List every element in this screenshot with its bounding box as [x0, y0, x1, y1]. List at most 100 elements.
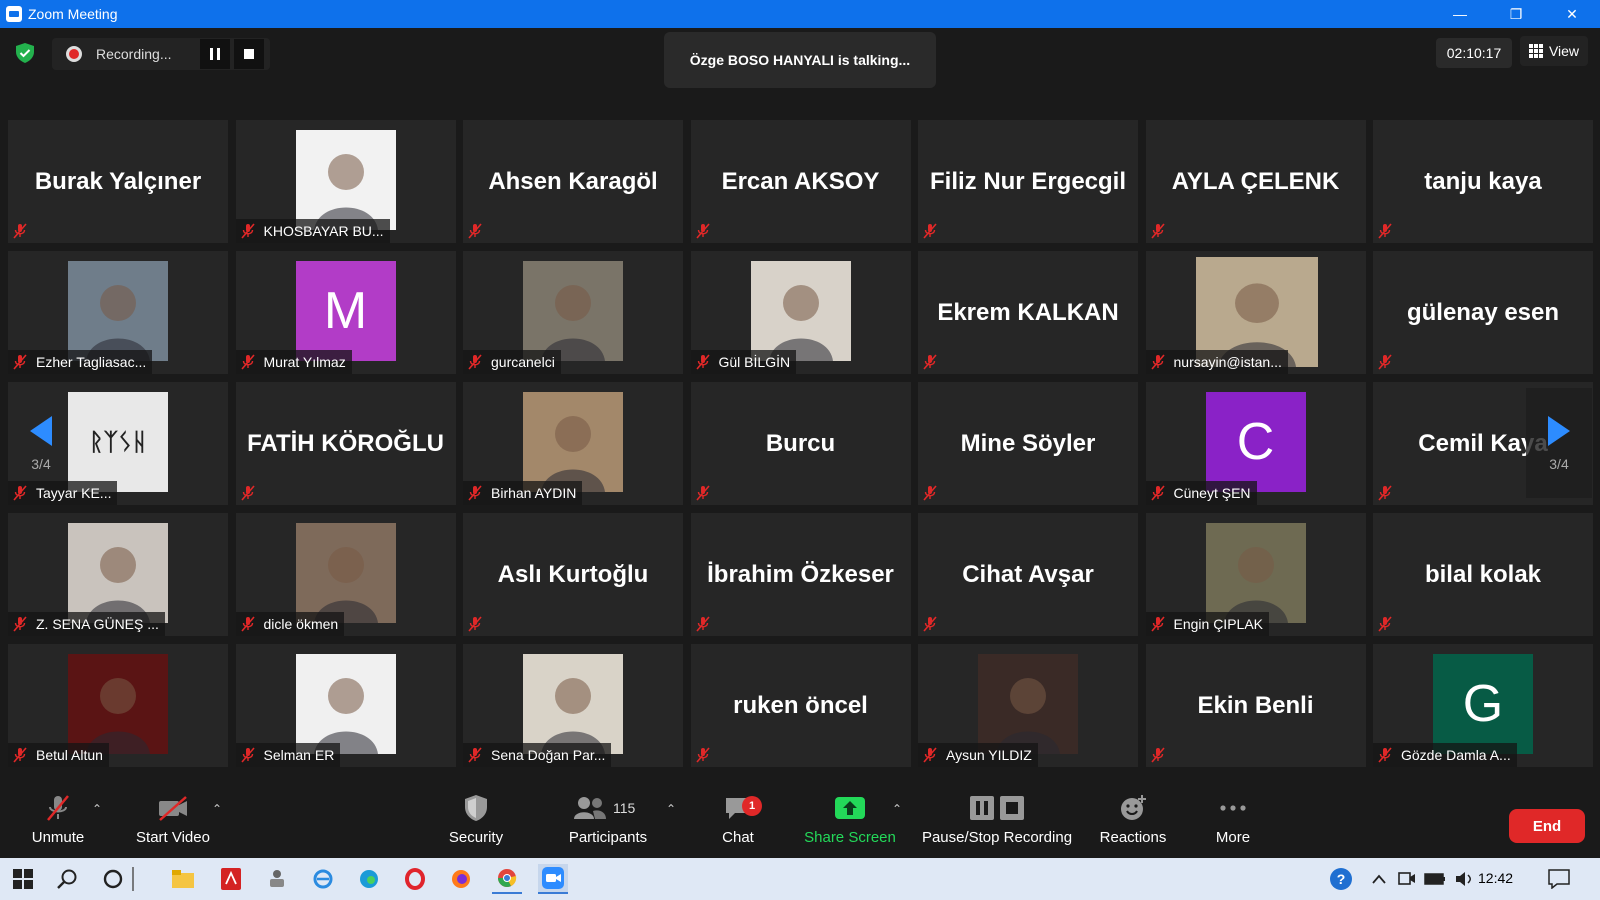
participant-tile[interactable]: bilal kolak [1373, 513, 1593, 636]
participant-tile[interactable]: Burcu [690, 382, 911, 505]
participant-tile[interactable]: Betul Altun [8, 644, 228, 767]
participant-tile[interactable]: tanju kaya [1373, 120, 1593, 243]
edge-icon[interactable] [354, 864, 384, 894]
participant-avatar: M [295, 261, 396, 361]
participant-tile[interactable]: Mine Söyler [918, 382, 1138, 505]
unmute-button[interactable]: Unmute [22, 790, 94, 858]
participant-tile[interactable]: Aslı Kurtoğlu [463, 513, 683, 636]
participant-tile[interactable]: Burak Yalçıner [8, 120, 228, 243]
taskbar-divider [128, 864, 138, 894]
video-options-caret[interactable]: ⌃ [212, 802, 222, 816]
end-meeting-button[interactable]: End [1509, 809, 1585, 843]
participants-label: Participants [568, 829, 648, 846]
minimize-button[interactable]: — [1432, 0, 1488, 28]
participant-name: nursayin@istan... [1173, 354, 1282, 370]
participant-tile[interactable]: Selman ER [235, 644, 456, 767]
participant-tile[interactable]: FATİH KÖROĞLU [235, 382, 456, 505]
participant-tile[interactable]: Gül BİLGİN [690, 251, 911, 374]
opera-icon[interactable] [400, 864, 430, 894]
chat-label: Chat [722, 829, 754, 846]
participant-video [68, 261, 168, 361]
participant-tile[interactable]: Engin ÇIPLAK [1145, 513, 1366, 636]
reactions-button[interactable]: Reactions [1098, 790, 1168, 858]
restore-button[interactable]: ❐ [1488, 0, 1544, 28]
next-page-button[interactable]: 3/4 [1526, 388, 1592, 498]
pause-recording-button[interactable] [200, 39, 230, 69]
participant-tile[interactable]: Ekin Benli [1145, 644, 1366, 767]
participant-name: Ezher Tagliasac... [36, 354, 147, 370]
participant-tile[interactable]: Birhan AYDIN [463, 382, 683, 505]
view-button[interactable]: View [1520, 36, 1588, 66]
participants-options-caret[interactable]: ⌃ [666, 802, 676, 816]
file-explorer-icon[interactable] [168, 864, 198, 894]
participant-tile[interactable]: nursayin@istan... [1145, 251, 1366, 374]
stop-recording-button[interactable] [234, 39, 264, 69]
participant-tile[interactable]: G Gözde Damla A... [1373, 644, 1593, 767]
notifications-icon[interactable] [1544, 864, 1574, 894]
view-label: View [1548, 43, 1580, 59]
grid-view-icon [1528, 44, 1543, 58]
participant-tile[interactable]: M Murat Yılmaz [235, 251, 456, 374]
meeting-timer: 02:10:17 [1436, 38, 1512, 68]
help-tray-icon[interactable]: ? [1326, 864, 1356, 894]
participant-tile[interactable]: Ahsen Karagöl [463, 120, 683, 243]
close-button[interactable]: ✕ [1544, 0, 1600, 28]
muted-mic-icon [13, 616, 27, 632]
security-button[interactable]: Security [440, 790, 512, 858]
search-icon[interactable] [52, 864, 82, 894]
muted-mic-icon [1150, 223, 1165, 239]
muted-mic-icon [468, 223, 482, 239]
firefox-icon[interactable] [446, 864, 476, 894]
participant-tile[interactable]: Sena Doğan Par... [463, 644, 683, 767]
muted-mic-icon [1378, 485, 1392, 501]
acrobat-icon[interactable] [216, 864, 246, 894]
muted-mic-icon [240, 354, 255, 370]
tray-chevron-icon[interactable] [1364, 864, 1394, 894]
share-options-caret[interactable]: ⌃ [892, 802, 902, 816]
muted-mic-icon [695, 485, 710, 501]
pause-stop-recording-button[interactable]: Pause/Stop Recording [920, 790, 1074, 858]
participant-tile[interactable]: dicle ökmen [235, 513, 456, 636]
participant-tile[interactable]: gurcanelci [463, 251, 683, 374]
share-screen-button[interactable]: Share Screen [804, 790, 896, 858]
more-button[interactable]: More [1210, 790, 1256, 858]
cortana-icon[interactable] [98, 864, 128, 894]
participant-name: Selman ER [263, 747, 335, 763]
meet-now-icon[interactable] [1392, 864, 1422, 894]
volume-icon[interactable] [1450, 864, 1480, 894]
previous-page-button[interactable]: 3/4 [8, 388, 74, 498]
participant-tile[interactable]: ruken öncel [690, 644, 911, 767]
pause-icon [210, 48, 220, 60]
participant-tile[interactable]: KHOSBAYAR BU... [235, 120, 456, 243]
participant-avatar: C [1205, 392, 1306, 492]
taskbar-clock[interactable]: 12:42 [1478, 870, 1513, 886]
participant-tile[interactable]: İbrahim Özkeser [690, 513, 911, 636]
audio-options-caret[interactable]: ⌃ [92, 802, 102, 816]
chrome-icon[interactable] [492, 864, 522, 894]
battery-icon[interactable] [1420, 864, 1450, 894]
participant-label [691, 481, 725, 505]
start-video-button[interactable]: Start Video [130, 790, 216, 858]
windows-start-icon[interactable] [8, 864, 38, 894]
participants-count: 115 [613, 800, 636, 816]
participant-tile[interactable]: Cihat Avşar [918, 513, 1138, 636]
internet-explorer-icon[interactable] [308, 864, 338, 894]
participant-tile[interactable]: Filiz Nur Ergecgil [918, 120, 1138, 243]
participant-tile[interactable]: Ercan AKSOY [690, 120, 911, 243]
participant-label: Ezher Tagliasac... [8, 350, 153, 374]
participant-tile[interactable]: Ekrem KALKAN [918, 251, 1138, 374]
zoom-taskbar-icon[interactable] [538, 864, 568, 894]
participant-video [523, 654, 623, 754]
encryption-shield-icon[interactable] [14, 42, 36, 64]
participant-name: Murat Yılmaz [263, 354, 346, 370]
participant-tile[interactable]: AYLA ÇELENK [1145, 120, 1366, 243]
participants-button[interactable]: 115 Participants [560, 790, 656, 858]
network-app-icon[interactable] [262, 864, 292, 894]
muted-mic-icon [923, 747, 937, 763]
participant-tile[interactable]: Z. SENA GÜNEŞ ... [8, 513, 228, 636]
participant-tile[interactable]: Aysun YILDIZ [918, 644, 1138, 767]
participant-tile[interactable]: C Cüneyt ŞEN [1145, 382, 1366, 505]
participant-tile[interactable]: Ezher Tagliasac... [8, 251, 228, 374]
participant-tile[interactable]: gülenay esen [1373, 251, 1593, 374]
participant-label [918, 219, 952, 243]
